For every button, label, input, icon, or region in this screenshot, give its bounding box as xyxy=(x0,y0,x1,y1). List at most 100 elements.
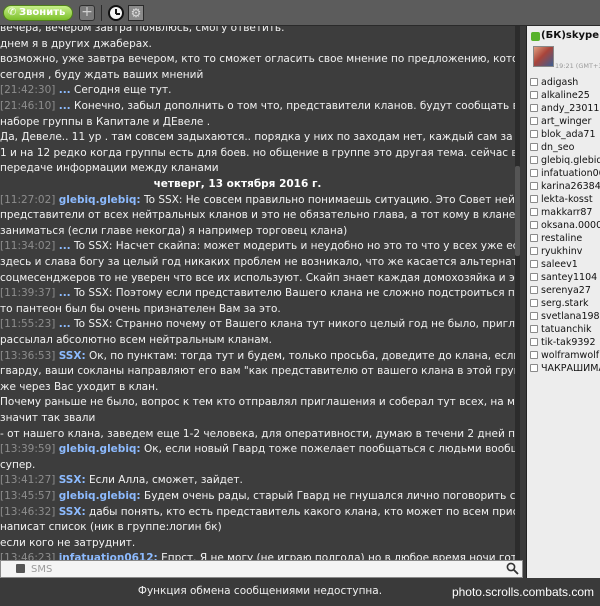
member-item[interactable]: glebiq.glebiq xyxy=(527,154,600,167)
gear-icon[interactable]: ⚙ xyxy=(128,5,144,21)
member-item[interactable]: blok_ada71 xyxy=(527,128,600,141)
panel-header: (БК)skype.а xyxy=(527,30,600,44)
member-item[interactable]: tik-tak9392 xyxy=(527,336,600,349)
chat-line: [13:39:59] glebiq.glebiq: Ок, если новый… xyxy=(0,441,515,457)
message-text: рассылал абсолютно всем нейтральным клан… xyxy=(0,334,272,346)
message-text: To SSX: Странно почему от Вашего клана т… xyxy=(74,318,515,331)
contact-status-icon xyxy=(530,299,538,307)
add-contact-button[interactable]: + xyxy=(79,5,95,21)
contact-status-icon xyxy=(530,234,538,242)
message-author[interactable]: glebiq.glebiq: xyxy=(59,194,141,206)
message-input-bar xyxy=(0,560,523,578)
message-timestamp: [21:46:10] xyxy=(0,100,56,112)
message-author[interactable]: ... xyxy=(59,318,71,330)
member-item[interactable]: svetlana1989 xyxy=(527,310,600,323)
member-name: alkaline25 xyxy=(541,90,590,101)
member-item[interactable]: serenya27 xyxy=(527,284,600,297)
chat-line: вечера, вечером завтра появлюсь, смогу о… xyxy=(0,26,515,36)
message-text: - от нашего клана, заведем еще 1-2 челов… xyxy=(0,427,515,440)
member-name: serenya27 xyxy=(541,285,591,296)
member-name: serg.stark xyxy=(541,298,589,309)
message-timestamp: [11:39:37] xyxy=(0,287,56,300)
chat-line: гварду, ваши сокланы направляют его вам … xyxy=(0,363,515,379)
contact-status-icon xyxy=(530,130,538,138)
chat-title[interactable]: (БК)skype.а xyxy=(541,30,600,41)
avatar xyxy=(533,46,554,67)
message-author[interactable]: ... xyxy=(59,84,71,96)
chat-line: написат список (ник в группе:логин бк) xyxy=(0,519,515,535)
member-item[interactable]: oksana.00000 xyxy=(527,219,600,232)
scrollbar-thumb[interactable] xyxy=(515,166,520,256)
message-author[interactable]: infatuation0612: xyxy=(59,552,158,560)
message-author[interactable]: ... xyxy=(59,100,71,112)
member-item[interactable]: infatuation06 xyxy=(527,167,600,180)
chat-line: сегодня , буду ждать ваших мнений xyxy=(0,67,515,83)
sms-icon[interactable] xyxy=(16,564,25,573)
member-item[interactable]: restaline xyxy=(527,232,600,245)
member-item[interactable]: makkarr87 xyxy=(527,206,600,219)
contact-status-icon xyxy=(530,286,538,294)
member-item[interactable]: ЧАКРАШИМА xyxy=(527,362,600,375)
member-name: dn_seo xyxy=(541,142,575,153)
chat-scrollbar[interactable] xyxy=(515,26,520,560)
clock-icon[interactable] xyxy=(108,5,124,21)
contact-status-icon xyxy=(530,273,538,281)
member-item[interactable]: wolframwolf xyxy=(527,349,600,362)
message-text: Если Алла, сможет, зайдет. xyxy=(89,474,243,487)
message-timestamp: [13:39:59] xyxy=(0,443,56,456)
member-name: tik-tak9392 xyxy=(541,337,596,348)
chat-line: возможно, уже завтра вечером, кто то смо… xyxy=(0,51,515,67)
toolbar-divider xyxy=(101,5,102,21)
message-author[interactable]: SSX: xyxy=(59,350,86,362)
chat-line: четверг, 13 октября 2016 г. xyxy=(0,176,515,192)
member-item[interactable]: serg.stark xyxy=(527,297,600,310)
message-author[interactable]: glebiq.glebiq: xyxy=(59,443,141,455)
message-text: Будем очень рады, старый Гвард не гнушал… xyxy=(143,490,515,502)
message-author[interactable]: SSX: xyxy=(59,474,86,486)
contact-status-icon xyxy=(530,182,538,190)
message-text: Епрст. Я не могу (не играю полгода) но в… xyxy=(161,552,515,560)
message-input[interactable] xyxy=(31,562,491,576)
chat-line: [13:46:23] infatuation0612: Епрст. Я не … xyxy=(0,550,515,560)
contact-status-icon xyxy=(530,104,538,112)
member-item[interactable]: alkaline25 xyxy=(527,89,600,102)
contact-status-icon xyxy=(530,351,538,359)
phone-icon: ✆ xyxy=(8,7,17,18)
participants-panel: (БК)skype.а 19:21 (GMT+3) adigash alkalin… xyxy=(526,26,600,578)
member-item[interactable]: santey1104 xyxy=(527,271,600,284)
message-timestamp: [13:41:27] xyxy=(0,474,56,487)
member-item[interactable]: saleev1 xyxy=(527,258,600,271)
message-text: супер. xyxy=(0,458,36,471)
message-text: дабы понять, кто есть представитель како… xyxy=(89,505,515,518)
chat-line: [11:27:02] glebiq.glebiq: To SSX: Не сов… xyxy=(0,192,515,208)
message-text: To SSX: Не совсем правильно понимаешь си… xyxy=(143,193,515,206)
message-author[interactable]: ... xyxy=(59,287,71,299)
member-item[interactable]: art_winger xyxy=(527,115,600,128)
member-item[interactable]: tatuanchik xyxy=(527,323,600,336)
member-item[interactable]: lekta-kosst xyxy=(527,193,600,206)
status-message: Функция обмена сообщениями недоступна. xyxy=(137,585,383,597)
member-name: adigash xyxy=(541,77,579,88)
chat-line: наборе группы в Капитале и ДЕвеле . xyxy=(0,114,515,130)
member-item[interactable]: dn_seo xyxy=(527,141,600,154)
message-author[interactable]: SSX: xyxy=(59,506,86,518)
search-icon[interactable] xyxy=(506,562,519,575)
message-author[interactable]: ... xyxy=(59,240,71,252)
message-timestamp: [11:34:02] xyxy=(0,240,56,253)
member-name: oksana.00000 xyxy=(541,220,600,231)
chat-line: Да, Девеле.. 11 ур . там совсем задыхают… xyxy=(0,129,515,145)
member-item[interactable]: karina26384 xyxy=(527,180,600,193)
call-button[interactable]: ✆ Звонить xyxy=(3,5,73,21)
chat-line: если кого не затруднит. xyxy=(0,535,515,551)
message-text: представители от всех нейтральных кланов… xyxy=(0,209,515,222)
member-item[interactable]: ryukhinv xyxy=(527,245,600,258)
chat-line: здесь и слава богу за целый год никаких … xyxy=(0,254,515,270)
message-author[interactable]: glebiq.glebiq: xyxy=(59,490,141,502)
member-item[interactable]: adigash xyxy=(527,76,600,89)
message-text: передаче информации между кланами xyxy=(0,162,219,175)
message-text: наборе группы в Капитале и ДЕвеле . xyxy=(0,115,211,128)
chat-line: супер. xyxy=(0,457,515,473)
chat-line: 1 и на 12 редко когда группы есть для бо… xyxy=(0,145,515,161)
member-item[interactable]: andy_230119 xyxy=(527,102,600,115)
chat-line: [13:45:57] glebiq.glebiq: Будем очень ра… xyxy=(0,488,515,504)
